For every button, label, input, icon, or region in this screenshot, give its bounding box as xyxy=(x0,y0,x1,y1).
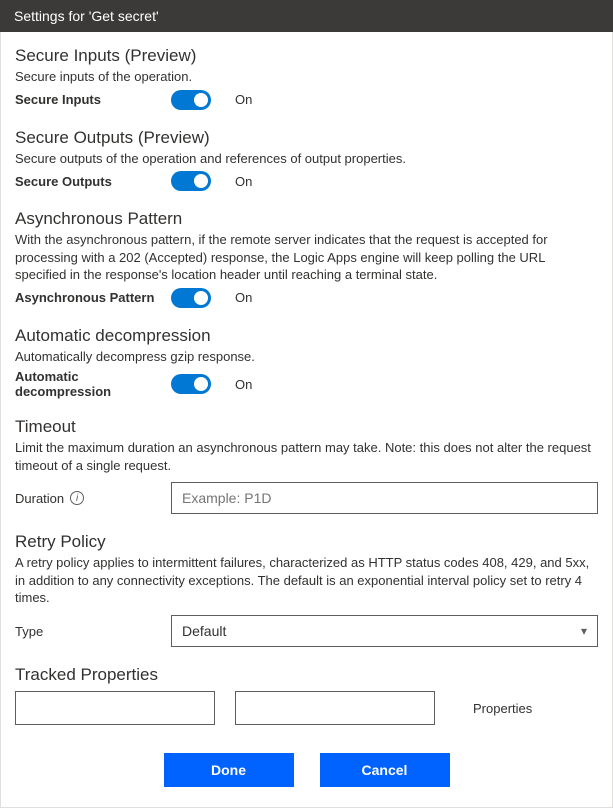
section-tracked-properties: Tracked Properties Properties xyxy=(15,665,598,725)
async-pattern-state: On xyxy=(235,290,252,305)
secure-inputs-desc: Secure inputs of the operation. xyxy=(15,68,598,86)
retry-policy-heading: Retry Policy xyxy=(15,532,598,552)
timeout-desc: Limit the maximum duration an asynchrono… xyxy=(15,439,598,474)
duration-input[interactable] xyxy=(171,482,598,514)
titlebar-text: Settings for 'Get secret' xyxy=(14,8,159,24)
secure-inputs-state: On xyxy=(235,92,252,107)
auto-decompression-heading: Automatic decompression xyxy=(15,326,598,346)
auto-decompression-state: On xyxy=(235,377,252,392)
section-secure-outputs: Secure Outputs (Preview) Secure outputs … xyxy=(15,128,598,192)
async-pattern-toggle[interactable] xyxy=(171,288,211,308)
retry-type-select[interactable]: Default ▾ xyxy=(171,615,598,647)
secure-inputs-heading: Secure Inputs (Preview) xyxy=(15,46,598,66)
settings-panel: Secure Inputs (Preview) Secure inputs of… xyxy=(0,32,613,808)
secure-outputs-label: Secure Outputs xyxy=(15,174,155,189)
tracked-key-input[interactable] xyxy=(15,691,215,725)
async-pattern-desc: With the asynchronous pattern, if the re… xyxy=(15,231,598,284)
retry-type-value: Default xyxy=(182,623,226,639)
chevron-down-icon: ▾ xyxy=(581,624,587,638)
tracked-properties-label: Properties xyxy=(473,701,532,716)
secure-inputs-label: Secure Inputs xyxy=(15,92,155,107)
auto-decompression-label: Automatic decompression xyxy=(15,369,155,399)
secure-outputs-state: On xyxy=(235,174,252,189)
secure-inputs-toggle[interactable] xyxy=(171,90,211,110)
section-secure-inputs: Secure Inputs (Preview) Secure inputs of… xyxy=(15,46,598,110)
tracked-value-input[interactable] xyxy=(235,691,435,725)
async-pattern-heading: Asynchronous Pattern xyxy=(15,209,598,229)
tracked-properties-heading: Tracked Properties xyxy=(15,665,598,685)
done-button[interactable]: Done xyxy=(164,753,294,787)
retry-policy-desc: A retry policy applies to intermittent f… xyxy=(15,554,598,607)
section-retry-policy: Retry Policy A retry policy applies to i… xyxy=(15,532,598,647)
section-async-pattern: Asynchronous Pattern With the asynchrono… xyxy=(15,209,598,308)
cancel-button[interactable]: Cancel xyxy=(320,753,450,787)
section-timeout: Timeout Limit the maximum duration an as… xyxy=(15,417,598,514)
async-pattern-label: Asynchronous Pattern xyxy=(15,290,155,305)
secure-outputs-heading: Secure Outputs (Preview) xyxy=(15,128,598,148)
titlebar: Settings for 'Get secret' xyxy=(0,0,613,32)
button-row: Done Cancel xyxy=(15,753,598,787)
auto-decompression-desc: Automatically decompress gzip response. xyxy=(15,348,598,366)
section-auto-decompression: Automatic decompression Automatically de… xyxy=(15,326,598,400)
auto-decompression-toggle[interactable] xyxy=(171,374,211,394)
timeout-label: Duration i xyxy=(15,491,155,506)
secure-outputs-desc: Secure outputs of the operation and refe… xyxy=(15,150,598,168)
retry-type-label: Type xyxy=(15,624,155,639)
secure-outputs-toggle[interactable] xyxy=(171,171,211,191)
info-icon[interactable]: i xyxy=(70,491,84,505)
timeout-heading: Timeout xyxy=(15,417,598,437)
